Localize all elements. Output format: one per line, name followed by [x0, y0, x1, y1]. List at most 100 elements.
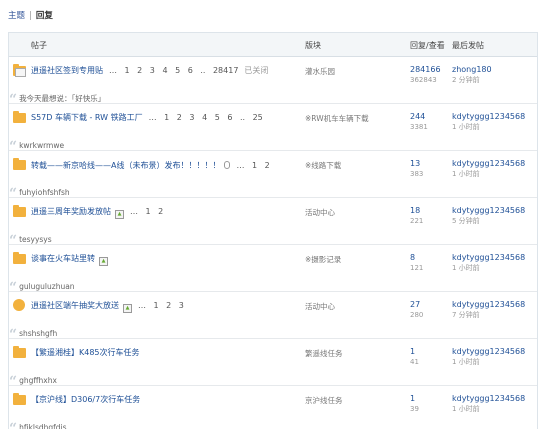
- image-attachment-icon: ▲: [115, 210, 124, 219]
- image-attachment-icon: ▲: [99, 257, 108, 266]
- folder-icon: [13, 346, 26, 358]
- thread-title-line: 逍遥社区签到专用贴 … 1 2 3 4 5 6 .. 28417 已关闭: [31, 66, 268, 76]
- last-post-time: 1 小时前: [452, 170, 480, 178]
- folder-user-icon: [13, 299, 25, 311]
- reply-view-counts: 1 39: [410, 394, 419, 414]
- reply-view-counts: 8 121: [410, 253, 423, 273]
- forum-name[interactable]: ※线路下载: [305, 160, 341, 171]
- thread-title-link[interactable]: 【繁遥湘桂】K485次行车任务: [31, 348, 140, 357]
- reply-count: 244: [410, 112, 426, 121]
- thread-title-link[interactable]: 逍遥社区端午抽奖大放送: [31, 301, 119, 310]
- forum-name[interactable]: 繁遥线任务: [305, 348, 343, 359]
- forum-name[interactable]: 活动中心: [305, 207, 335, 218]
- view-count: 221: [410, 217, 424, 225]
- view-count: 280: [410, 311, 424, 319]
- thread-title-link[interactable]: 逍遥社区签到专用贴: [31, 66, 103, 75]
- last-post: kdytyggg1234568 7 分钟前: [452, 300, 525, 320]
- reply-view-counts: 244 3381: [410, 112, 428, 132]
- table-row: 【繁遥湘桂】K485次行车任务 繁遥线任务 1 41 kdytyggg1234568 1 …: [9, 339, 537, 390]
- forum-name[interactable]: ※RW机车车辆下载: [305, 113, 369, 124]
- last-post-time: 1 小时前: [452, 264, 480, 272]
- last-poster-link[interactable]: kdytyggg1234568: [452, 159, 525, 169]
- reply-view-counts: 18 221: [410, 206, 423, 226]
- reply-view-counts: 13 383: [410, 159, 423, 179]
- thread-title-link[interactable]: 谈事在火车站里转: [31, 254, 95, 263]
- forum-name[interactable]: 活动中心: [305, 301, 335, 312]
- reply-view-counts: 27 280: [410, 300, 423, 320]
- reply-count: 1: [410, 394, 416, 403]
- last-poster-link[interactable]: kdytyggg1234568: [452, 112, 525, 122]
- thread-title-link[interactable]: 【京沪线】D306/7次行车任务: [31, 395, 140, 404]
- table-row: 逍遥三周年奖励发放帖 ▲ … 1 2 活动中心 18 221 kdytyggg1234568…: [9, 198, 537, 249]
- reply-quote-text[interactable]: fuhyiohfshfsh: [19, 188, 70, 197]
- thread-pagination[interactable]: … 1 2 3: [138, 301, 184, 310]
- last-post: zhong180 2 分钟前: [452, 65, 492, 85]
- last-post: kdytyggg1234568 1 小时前: [452, 394, 525, 414]
- image-attachment-icon: ▲: [123, 304, 132, 313]
- reply-quote-text[interactable]: ghgffhxhx: [19, 376, 57, 385]
- last-post: kdytyggg1234568 1 小时前: [452, 159, 525, 179]
- view-count: 121: [410, 264, 424, 272]
- folder-icon: [13, 205, 26, 217]
- thread-title-line: 【繁遥湘桂】K485次行车任务: [31, 348, 152, 358]
- last-post-time: 2 分钟前: [452, 76, 480, 84]
- folder-icon: [13, 252, 26, 264]
- breadcrumb-separator: |: [29, 11, 32, 21]
- reply-view-counts: 1 41: [410, 347, 419, 367]
- last-post-time: 5 分钟前: [452, 217, 480, 225]
- reply-quote: “fuhyiohfshfsh: [9, 183, 70, 202]
- reply-quote-text[interactable]: hfjklsdhgfdjs: [19, 423, 66, 429]
- table-header: 帖子 版块 回复/查看 最后发帖: [9, 33, 537, 57]
- last-poster-link[interactable]: kdytyggg1234568: [452, 394, 525, 404]
- column-forum-header: 版块: [305, 41, 321, 50]
- last-post: kdytyggg1234568 1 小时前: [452, 253, 525, 273]
- thread-pagination[interactable]: … 1 2: [236, 161, 269, 170]
- forum-name[interactable]: ※摄影记录: [305, 254, 341, 265]
- last-poster-link[interactable]: kdytyggg1234568: [452, 347, 525, 357]
- folder-icon: [13, 158, 26, 170]
- table-row: 逍遥社区签到专用贴 … 1 2 3 4 5 6 .. 28417 已关闭 灌水乐园 28…: [9, 57, 537, 108]
- thread-title-link[interactable]: S57D 车辆下载 - RW 铁路工厂: [31, 113, 143, 122]
- view-count: 362843: [410, 76, 437, 84]
- last-post-time: 1 小时前: [452, 358, 480, 366]
- folder-locked-icon: [13, 64, 26, 77]
- reply-quote-text[interactable]: guluguluzhuan: [19, 282, 75, 291]
- breadcrumb-parent-link[interactable]: 主题: [8, 11, 25, 21]
- table-row: S57D 车辆下载 - RW 铁路工厂 … 1 2 3 4 5 6 .. 25 ※R…: [9, 104, 537, 155]
- folder-icon: [13, 111, 26, 123]
- breadcrumb: 主题 | 回复: [8, 9, 53, 23]
- thread-closed-label: 已关闭: [244, 66, 269, 75]
- reply-quote-text[interactable]: 我今天最想说：「好快乐」: [19, 94, 105, 103]
- reply-quote: “tesyysys: [9, 230, 52, 249]
- reply-count: 27: [410, 300, 421, 309]
- column-topic-header: 帖子: [31, 41, 47, 50]
- thread-pagination[interactable]: … 1 2 3 4 5 6 .. 25: [149, 113, 263, 122]
- last-poster-link[interactable]: kdytyggg1234568: [452, 253, 525, 263]
- thread-title-link[interactable]: 转载——新京哈线——A线（未布景）发布！！！！！: [31, 161, 220, 170]
- reply-quote: “我今天最想说：「好快乐」: [9, 89, 105, 108]
- forum-name[interactable]: 灌水乐园: [305, 66, 335, 77]
- reply-quote: “ghgffhxhx: [9, 371, 57, 390]
- reply-quote-text[interactable]: tesyysys: [19, 235, 52, 244]
- reply-quote-text[interactable]: shshshgfh: [19, 329, 57, 338]
- table-row: 逍遥社区端午抽奖大放送 ▲… 1 2 3 活动中心 27 280 kdytyggg1234…: [9, 292, 537, 343]
- reply-quote-text[interactable]: kwrkwrmwe: [19, 141, 64, 150]
- column-stats-header: 回复/查看: [410, 41, 445, 50]
- forum-name[interactable]: 京沪线任务: [305, 395, 343, 406]
- reply-quote: “kwrkwrmwe: [9, 136, 64, 155]
- last-poster-link[interactable]: kdytyggg1234568: [452, 206, 525, 216]
- reply-count: 1: [410, 347, 416, 356]
- thread-title-link[interactable]: 逍遥三周年奖励发放帖: [31, 207, 111, 216]
- breadcrumb-current: 回复: [35, 11, 53, 21]
- reply-quote: “shshshgfh: [9, 324, 57, 343]
- thread-pagination[interactable]: … 1 2 3 4 5 6 .. 28417: [109, 66, 238, 75]
- thread-pagination[interactable]: … 1 2: [130, 207, 163, 216]
- last-poster-link[interactable]: kdytyggg1234568: [452, 300, 525, 310]
- reply-count: 13: [410, 159, 421, 168]
- thread-title-line: 逍遥三周年奖励发放帖 ▲ … 1 2: [31, 207, 169, 219]
- last-post-time: 1 小时前: [452, 123, 480, 131]
- last-post: kdytyggg1234568 1 小时前: [452, 347, 525, 367]
- paperclip-icon: [224, 161, 231, 169]
- view-count: 3381: [410, 123, 428, 131]
- last-poster-link[interactable]: zhong180: [452, 65, 492, 75]
